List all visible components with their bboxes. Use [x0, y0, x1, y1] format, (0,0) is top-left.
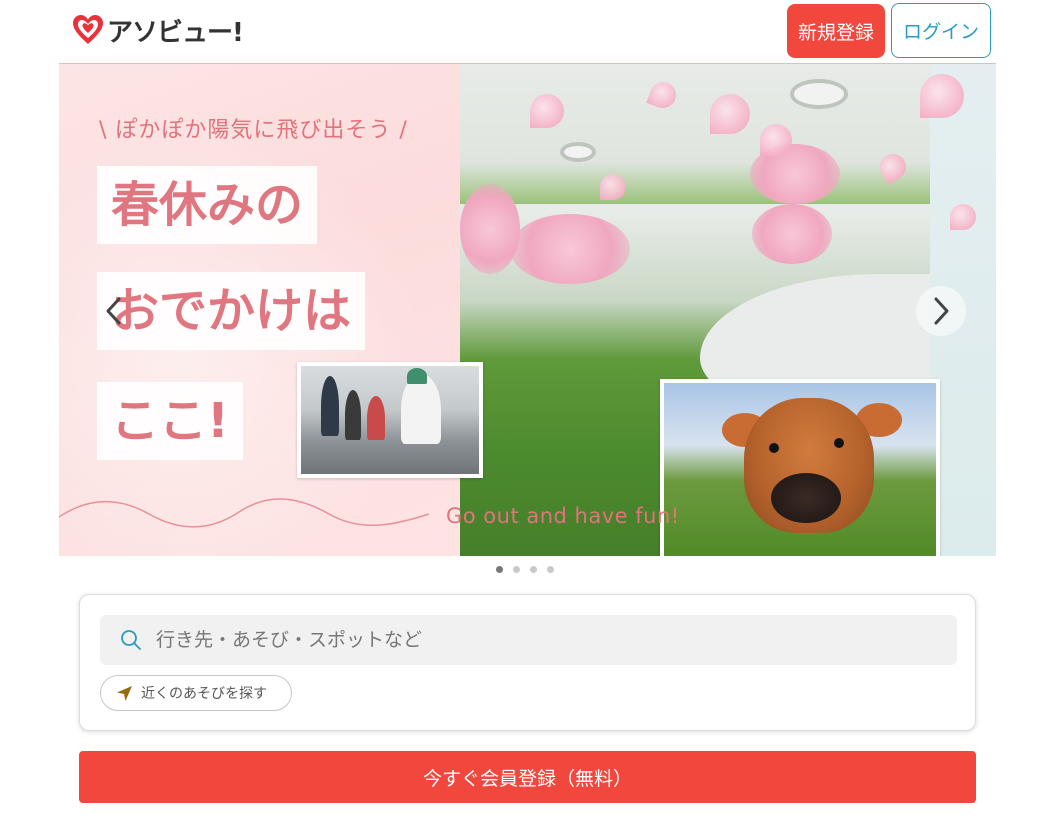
petal	[950, 204, 976, 230]
kid	[345, 390, 361, 440]
search-panel: 近くのあそびを探す	[79, 594, 976, 731]
banner-tagline: \ ぽかぽか陽気に飛び出そう /	[99, 118, 408, 143]
hero-banner-carousel[interactable]: \ ぽかぽか陽気に飛び出そう / 春休みの おでかけは ここ! Go out a…	[59, 63, 996, 556]
signup-free-button[interactable]: 今すぐ会員登録（無料）	[79, 751, 976, 803]
cow-eye	[834, 438, 844, 448]
cow-eye	[769, 443, 779, 453]
login-button[interactable]: ログイン	[891, 3, 991, 58]
nearby-search-button[interactable]: 近くのあそびを探す	[100, 675, 292, 711]
kid	[367, 396, 385, 440]
search-box[interactable]	[100, 615, 957, 665]
search-input[interactable]	[156, 615, 957, 665]
kid	[401, 374, 441, 444]
petal	[530, 94, 564, 128]
carousel-dot-3[interactable]	[530, 566, 537, 573]
cherry-tree	[752, 204, 832, 264]
ceiling-vent	[560, 142, 596, 162]
kid	[321, 376, 339, 436]
helmet	[407, 368, 427, 384]
carousel-indicators	[496, 566, 554, 573]
carousel-dot-2[interactable]	[513, 566, 520, 573]
site-logo[interactable]: アソビュー!	[71, 12, 244, 48]
register-button[interactable]: 新規登録	[787, 4, 885, 58]
chevron-right-icon	[934, 297, 949, 325]
banner-subline: Go out and have fun!	[446, 504, 680, 528]
carousel-dot-1[interactable]	[496, 566, 503, 573]
banner-headline-line3: ここ!	[97, 382, 243, 460]
petal	[710, 94, 750, 134]
nearby-search-label: 近くのあそびを探す	[141, 686, 267, 702]
skateboard-kids-photo	[297, 362, 483, 478]
chevron-left-icon	[106, 297, 121, 325]
ceiling-vent	[790, 79, 848, 109]
carousel-next-button[interactable]	[916, 286, 966, 336]
carousel-dot-4[interactable]	[547, 566, 554, 573]
decorative-wave	[59, 498, 430, 528]
search-icon	[121, 630, 141, 650]
banner-headline-line1: 春休みの	[97, 166, 318, 244]
cow-nose	[771, 473, 841, 523]
petal	[760, 124, 792, 156]
site-header: アソビュー! 新規登録 ログイン	[0, 0, 1045, 62]
carousel-prev-button[interactable]	[89, 286, 139, 336]
cherry-tree	[510, 214, 630, 284]
calf-photo	[660, 379, 940, 556]
heart-logo-icon	[73, 15, 103, 44]
petal	[920, 74, 964, 118]
location-arrow-icon	[117, 685, 132, 701]
logo-text: アソビュー!	[107, 17, 244, 48]
petal	[600, 174, 626, 200]
photo-ceiling	[460, 64, 996, 204]
cherry-tree	[460, 184, 520, 274]
